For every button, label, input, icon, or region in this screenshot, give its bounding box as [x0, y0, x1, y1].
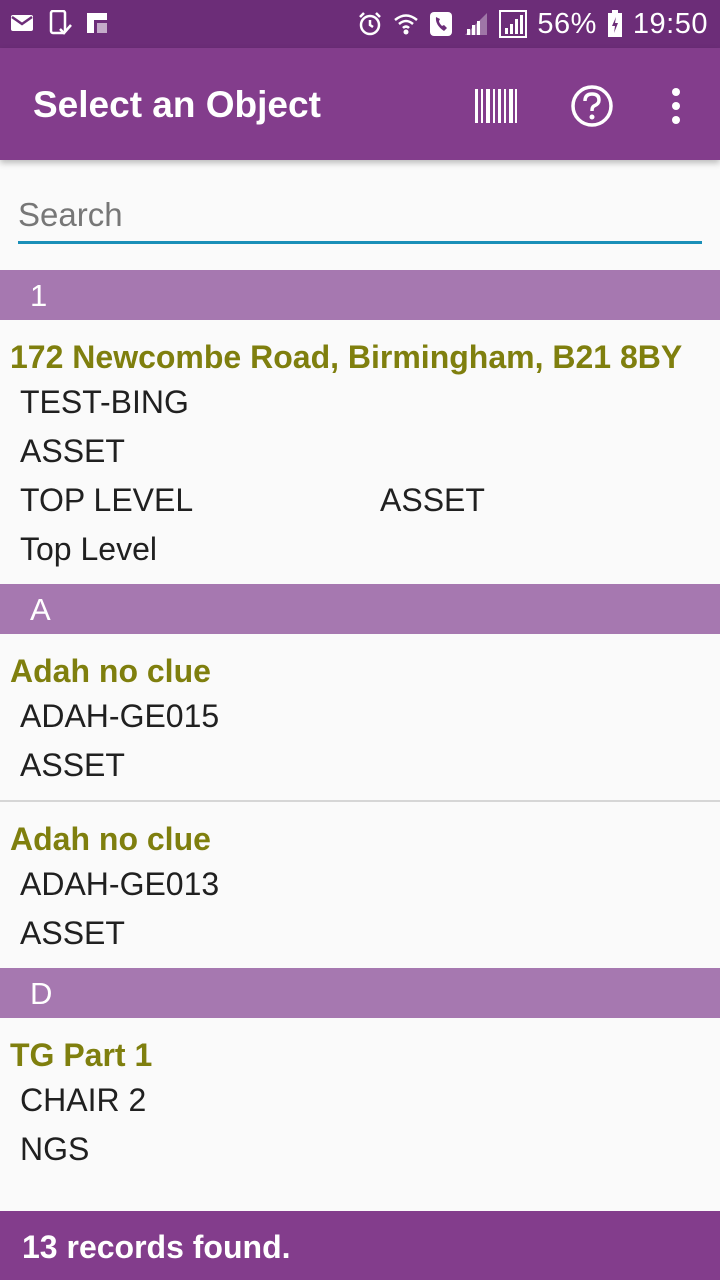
item-title: Adah no clue — [10, 821, 211, 857]
item-type: ASSET — [20, 915, 125, 951]
wifi-icon — [394, 14, 419, 35]
item-level: TOP LEVEL — [20, 482, 194, 518]
clock: 19:50 — [632, 7, 708, 40]
section-header: D — [0, 968, 720, 1018]
app-bar: Select an Object — [0, 48, 720, 160]
battery-icon — [607, 10, 622, 37]
battery-percent: 56% — [537, 7, 597, 40]
list-item[interactable]: Adah no clue ADAH-GE013 ASSET — [0, 802, 720, 968]
page-title: Select an Object — [33, 84, 321, 125]
item-level-type: ASSET — [380, 482, 485, 518]
list-item[interactable]: 172 Newcombe Road, Birmingham, B21 8BY T… — [0, 320, 720, 584]
signal-icon-2 — [499, 10, 528, 38]
section-header: A — [0, 584, 720, 634]
device-check-icon — [49, 10, 72, 35]
signal-icon — [465, 13, 488, 35]
search-input[interactable] — [18, 188, 702, 244]
item-title: Adah no clue — [10, 653, 211, 689]
list-item[interactable]: TG Part 1 CHAIR 2 NGS — [0, 1018, 720, 1184]
item-extra: Top Level — [20, 531, 157, 567]
alarm-icon — [359, 12, 382, 36]
records-count-footer: 13 records found. — [0, 1211, 720, 1280]
item-type: NGS — [20, 1131, 90, 1167]
app-icon — [87, 13, 107, 33]
more-vert-icon[interactable] — [654, 84, 698, 128]
search-container — [18, 188, 702, 246]
section-header: 1 — [0, 270, 720, 320]
mail-icon — [11, 15, 33, 31]
help-icon[interactable] — [570, 84, 614, 128]
item-type: ASSET — [20, 433, 125, 469]
item-title: 172 Newcombe Road, Birmingham, B21 8BY — [10, 339, 683, 375]
item-code: CHAIR 2 — [20, 1082, 147, 1118]
status-bar: 56% 19:50 — [0, 0, 720, 48]
item-level-row: TOP LEVEL ASSET — [10, 476, 720, 525]
item-title: TG Part 1 — [10, 1037, 153, 1073]
item-type: ASSET — [20, 747, 125, 783]
barcode-scan-icon[interactable] — [474, 84, 518, 128]
item-code: ADAH-GE015 — [20, 698, 220, 734]
item-code: TEST-BING — [20, 384, 189, 420]
item-code: ADAH-GE013 — [20, 866, 220, 902]
object-list[interactable]: 1 172 Newcombe Road, Birmingham, B21 8BY… — [0, 270, 720, 1212]
list-item[interactable]: Adah no clue ADAH-GE015 ASSET — [0, 634, 720, 802]
call-icon — [430, 12, 453, 36]
